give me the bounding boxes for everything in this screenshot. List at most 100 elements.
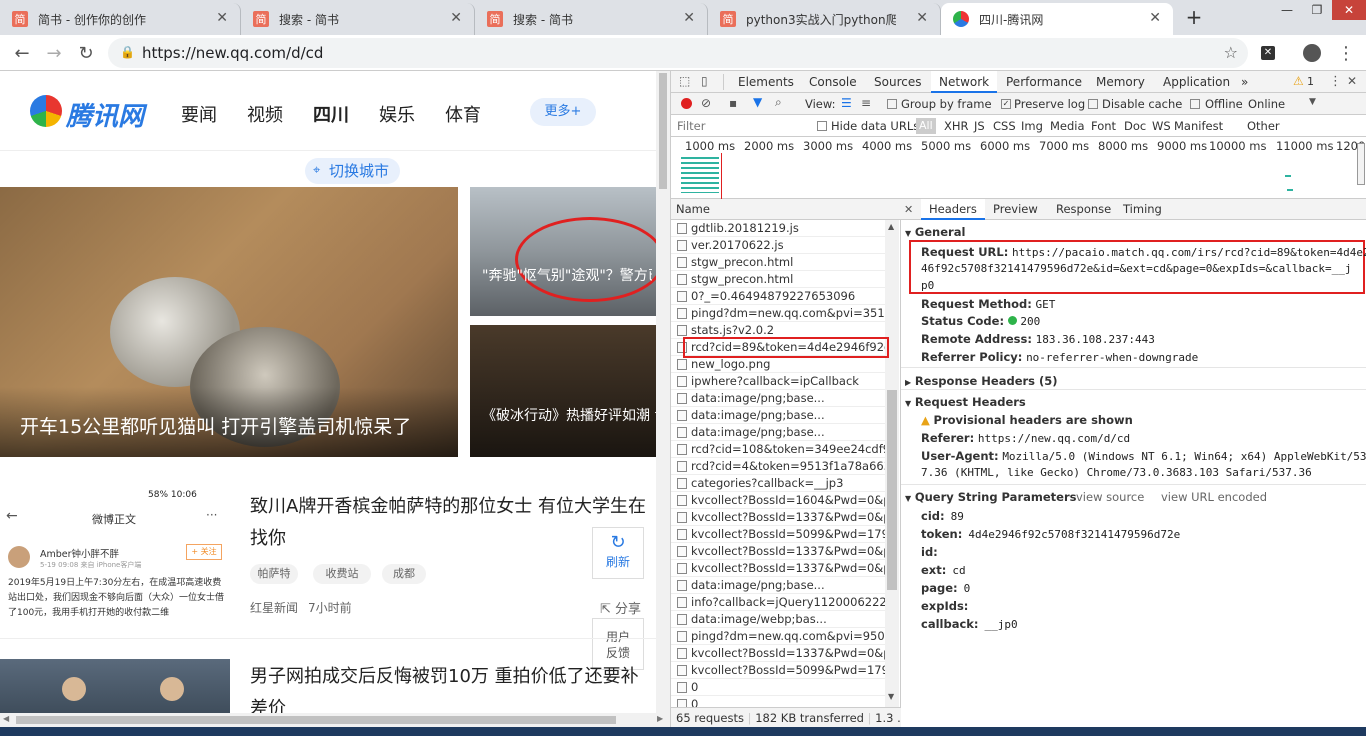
scrollbar-thumb[interactable] (887, 390, 897, 590)
tab-console[interactable]: Console (809, 71, 857, 93)
request-row[interactable]: kvcollect?BossId=1337&Pwd=0&pac (671, 645, 885, 662)
tab-performance[interactable]: Performance (1006, 71, 1082, 93)
tab-timing[interactable]: Timing (1123, 199, 1162, 220)
browser-tab-active[interactable]: 四川-腾讯网 ✕ (941, 3, 1173, 35)
request-row[interactable]: ver.20170622.js (671, 237, 885, 254)
close-detail-icon[interactable]: ✕ (904, 203, 913, 216)
record-icon[interactable] (681, 98, 692, 109)
request-row[interactable]: rcd?cid=4&token=9513f1a78a663e1 (671, 458, 885, 475)
browser-tab[interactable]: 简 python3实战入门python爬虫篇 ✕ (708, 3, 941, 35)
type-filter-all[interactable]: All (916, 118, 936, 134)
forward-arrow-icon[interactable]: → (42, 41, 66, 65)
filter-input[interactable] (675, 117, 807, 135)
bookmark-star-icon[interactable]: ☆ (1224, 43, 1238, 62)
request-row[interactable]: stgw_precon.html (671, 254, 885, 271)
request-row[interactable]: 0 (671, 679, 885, 696)
request-row[interactable]: data:image/png;base... (671, 407, 885, 424)
type-filter-manifest[interactable]: Manifest (1174, 119, 1223, 133)
share-button[interactable]: ⇱ 分享 (600, 598, 641, 617)
clear-icon[interactable]: ⊘ (701, 96, 711, 110)
request-row[interactable]: kvcollect?BossId=1604&Pwd=0&pac (671, 492, 885, 509)
request-row[interactable]: data:image/webp;bas... (671, 611, 885, 628)
switch-city-button[interactable]: ⌖ 切换城市 (305, 158, 400, 184)
waterfall-icon[interactable]: ≡ (861, 96, 871, 110)
menu-kebab-icon[interactable]: ⋮ (1334, 41, 1358, 65)
request-row[interactable]: data:image/png;base... (671, 424, 885, 441)
nav-item-sichuan[interactable]: 四川 (313, 101, 349, 127)
scroll-left-icon[interactable]: ◀ (3, 714, 9, 723)
close-devtools-icon[interactable]: ✕ (1347, 74, 1357, 88)
tab-sources[interactable]: Sources (874, 71, 921, 93)
scroll-down-icon[interactable]: ▼ (888, 692, 894, 701)
tab-application[interactable]: Application (1163, 71, 1230, 93)
article-thumbnail[interactable] (0, 659, 230, 719)
request-headers-section[interactable]: ▼ Request Headers (905, 395, 1026, 409)
large-rows-icon[interactable]: ☰ (841, 96, 852, 110)
account-avatar-icon[interactable] (1300, 41, 1324, 65)
side-news-image[interactable]: "奔驰"怄气别"途观"？警方已介入调查 (470, 187, 656, 316)
general-section-header[interactable]: ▼ General (905, 225, 965, 239)
close-tab-icon[interactable]: ✕ (916, 10, 928, 26)
hero-image[interactable]: 开车15公里都听见猫叫 打开引擎盖司机惊呆了 (0, 187, 458, 457)
request-row[interactable]: kvcollect?BossId=1337&Pwd=0&pac (671, 543, 885, 560)
close-tab-icon[interactable]: ✕ (683, 10, 695, 26)
close-tab-icon[interactable]: ✕ (450, 10, 462, 26)
tab-network[interactable]: Network (931, 71, 998, 93)
request-row[interactable]: pingd?dm=new.qq.com&pvi=35147 (671, 305, 885, 322)
request-row[interactable]: rcd?cid=108&token=349ee24cdf932 (671, 441, 885, 458)
scroll-up-icon[interactable]: ▲ (888, 222, 894, 231)
scrollbar-thumb[interactable] (659, 73, 667, 189)
more-tabs-button[interactable]: » (1241, 71, 1248, 93)
query-params-section[interactable]: ▼ Query String Parameters (905, 490, 1076, 504)
article-title[interactable]: 男子网拍成交后反悔被罚10万 重拍价低了还要补差价 (250, 661, 656, 721)
view-source-link[interactable]: view source (1076, 490, 1144, 504)
offline-checkbox[interactable] (1190, 99, 1200, 109)
address-bar[interactable]: 🔒 https://new.qq.com/d/cd ☆ (108, 38, 1248, 68)
type-filter-ws[interactable]: WS (1152, 119, 1171, 133)
warning-icon[interactable]: ⚠ (1293, 74, 1304, 88)
type-filter-css[interactable]: CSS (993, 119, 1016, 133)
page-vertical-scrollbar[interactable] (656, 71, 670, 713)
request-row[interactable]: new_logo.png (671, 356, 885, 373)
type-filter-js[interactable]: JS (974, 119, 985, 133)
disable-cache-checkbox[interactable] (1088, 99, 1098, 109)
more-button[interactable]: 更多+ (530, 98, 596, 126)
hide-data-urls-checkbox[interactable] (817, 121, 827, 131)
screenshot-icon[interactable]: ▪ (729, 96, 737, 110)
article-tag[interactable]: 收费站 (313, 564, 371, 584)
name-column-header[interactable]: Name (671, 199, 901, 220)
browser-tab[interactable]: 简 搜索 - 简书 ✕ (475, 3, 708, 35)
request-row[interactable]: ipwhere?callback=ipCallback (671, 373, 885, 390)
type-filter-xhr[interactable]: XHR (944, 119, 969, 133)
close-window-button[interactable]: ✕ (1332, 0, 1366, 20)
refresh-button[interactable]: ↻ 刷新 (592, 527, 644, 579)
type-filter-doc[interactable]: Doc (1124, 119, 1146, 133)
throttling-select[interactable]: Online (1248, 97, 1285, 111)
group-by-frame-checkbox[interactable] (887, 99, 897, 109)
request-row[interactable]: categories?callback=__jp3 (671, 475, 885, 492)
maximize-button[interactable]: ❐ (1302, 0, 1332, 20)
type-filter-media[interactable]: Media (1050, 119, 1085, 133)
request-row[interactable]: info?callback=jQuery1120006222058 (671, 594, 885, 611)
side-news-image[interactable]: 《破冰行动》热播好评如潮 访编剧：最重要的是关注人性 (470, 325, 656, 457)
extension-icon[interactable]: ✕ (1256, 41, 1280, 65)
request-row[interactable]: kvcollect?BossId=1337&Pwd=0&pac (671, 509, 885, 526)
timeline-overview[interactable]: 1000 ms 2000 ms 3000 ms 4000 ms 5000 ms … (671, 137, 1366, 199)
request-list-scrollbar[interactable]: ▲ ▼ (885, 220, 899, 707)
back-arrow-icon[interactable]: ← (10, 41, 34, 65)
device-toggle-icon[interactable]: ▯ (701, 74, 708, 88)
scroll-right-icon[interactable]: ▶ (657, 714, 663, 723)
tab-response[interactable]: Response (1056, 199, 1111, 220)
site-logo[interactable]: 腾讯网 (66, 96, 144, 133)
tab-elements[interactable]: Elements (738, 71, 794, 93)
article-thumbnail[interactable]: 58% 10:06 ← 微博正文 ··· Amber钟小胖不胖 5-19 09:… (0, 486, 230, 634)
type-filter-img[interactable]: Img (1021, 119, 1043, 133)
browser-tab[interactable]: 简 简书 - 创作你的创作 ✕ (0, 3, 241, 35)
request-row[interactable]: data:image/png;base... (671, 390, 885, 407)
nav-item-news[interactable]: 要闻 (181, 101, 217, 127)
timeline-scroll-handle[interactable] (1357, 143, 1365, 185)
search-icon[interactable]: ⌕ (775, 95, 782, 110)
new-tab-button[interactable]: + (1181, 5, 1207, 29)
inspect-element-icon[interactable]: ⬚ (679, 74, 690, 88)
request-row[interactable]: kvcollect?BossId=5099&Pwd=17958 (671, 526, 885, 543)
